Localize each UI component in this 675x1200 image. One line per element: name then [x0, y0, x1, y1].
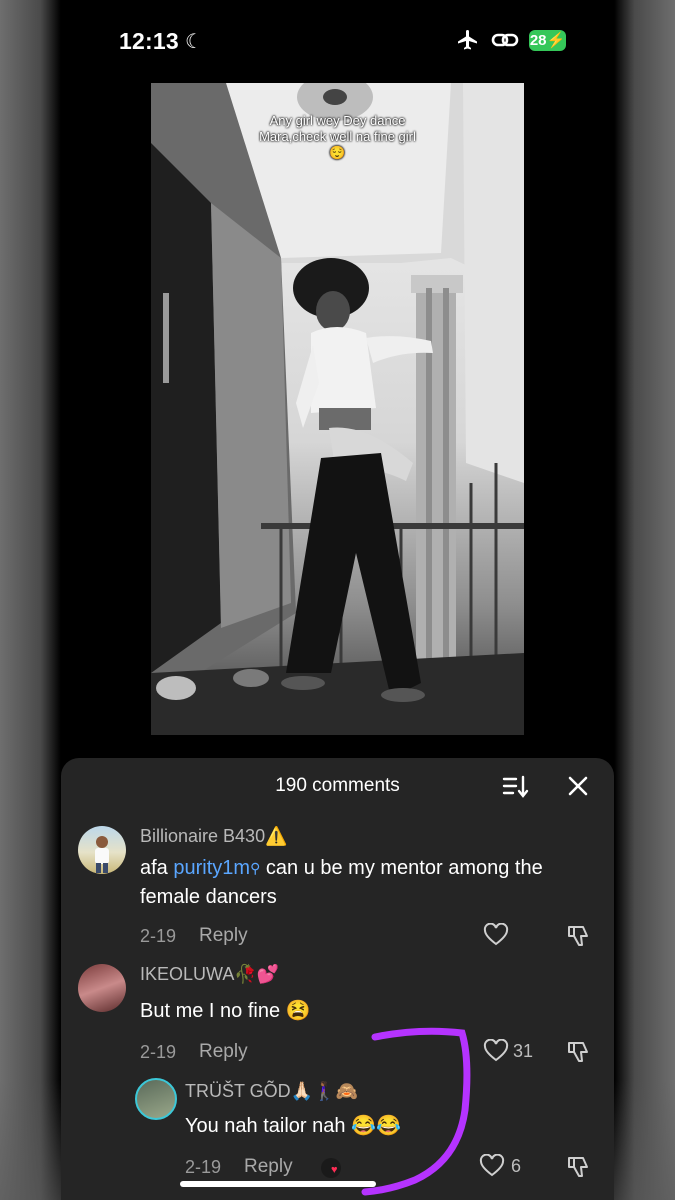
- dislike-icon[interactable]: [566, 1154, 592, 1180]
- comment-text: But me I no fine 😫: [140, 1000, 311, 1022]
- status-bar: 12:13 ☾ 28⚡: [61, 26, 614, 56]
- sort-icon[interactable]: [501, 774, 529, 800]
- heart-icon[interactable]: [483, 923, 509, 947]
- comment-username[interactable]: Billionaire B430⚠️: [140, 826, 288, 847]
- comments-count-title: 190 comments: [275, 775, 400, 796]
- comment-text: You nah tailor nah 😂😂: [185, 1115, 401, 1137]
- reply-button[interactable]: Reply: [244, 1156, 293, 1178]
- reply-button[interactable]: Reply: [199, 1041, 248, 1063]
- dislike-icon[interactable]: [566, 923, 592, 949]
- avatar[interactable]: [78, 826, 126, 874]
- reply-button[interactable]: Reply: [199, 925, 248, 947]
- like-count: 6: [511, 1156, 522, 1176]
- search-icon: ⚲: [250, 860, 261, 876]
- avatar[interactable]: [78, 964, 126, 1012]
- caption-line-2: Mara,check well na fine girl: [259, 129, 416, 144]
- comment-item: Billionaire B430⚠️ afa purity1m⚲ can u b…: [61, 824, 614, 954]
- link-icon: [491, 33, 519, 47]
- close-icon[interactable]: [566, 774, 590, 798]
- comment-text: afa purity1m⚲ can u be my mentor among t…: [140, 854, 580, 912]
- home-indicator: [180, 1181, 376, 1187]
- creator-liked-avatar: ♥: [321, 1158, 341, 1178]
- comment-date: 2-19: [140, 926, 177, 946]
- caption-emoji: 😌: [329, 145, 346, 160]
- dislike-icon[interactable]: [566, 1039, 592, 1065]
- heart-icon[interactable]: [483, 1039, 509, 1063]
- comment-text-before: afa: [140, 857, 174, 879]
- reply-comment-item: TRÜŠT GÕD🙏🏻🚶🏾‍♀️🙈 You nah tailor nah 😂😂 …: [61, 1078, 614, 1188]
- battery-level: 28: [529, 32, 547, 49]
- video-frame-illustration: [151, 83, 524, 735]
- comment-date: 2-19: [185, 1157, 222, 1177]
- video-player[interactable]: Any girl wey Dey dance Mara,check well n…: [151, 83, 524, 735]
- caption-line-1: Any girl wey Dey dance: [269, 113, 406, 128]
- avatar[interactable]: [135, 1078, 177, 1120]
- comments-sheet: 190 comments Billionaire B430⚠️ afa puri…: [61, 758, 614, 1200]
- comment-item: IKEOLUWA🥀💕 But me I no fine 😫 2-19 Reply…: [61, 964, 614, 1074]
- moon-icon: ☾: [185, 31, 203, 53]
- phone-screen: 12:13 ☾ 28⚡ Any girl wey Dey dance Mara,…: [61, 0, 614, 1200]
- airplane-icon: [458, 30, 477, 50]
- mention-link[interactable]: purity1m: [173, 857, 250, 879]
- comment-username[interactable]: IKEOLUWA🥀💕: [140, 964, 279, 985]
- avatar-image: [95, 836, 109, 873]
- status-time: 12:13: [119, 28, 179, 54]
- heart-icon[interactable]: [479, 1154, 505, 1178]
- video-caption: Any girl wey Dey dance Mara,check well n…: [151, 113, 524, 161]
- heart-badge-icon: ♥: [331, 1164, 338, 1176]
- comment-username[interactable]: TRÜŠT GÕD🙏🏻🚶🏾‍♀️🙈: [185, 1081, 358, 1102]
- like-count: 31: [513, 1041, 534, 1061]
- comment-date: 2-19: [140, 1042, 177, 1062]
- battery-icon: 28⚡: [529, 30, 566, 51]
